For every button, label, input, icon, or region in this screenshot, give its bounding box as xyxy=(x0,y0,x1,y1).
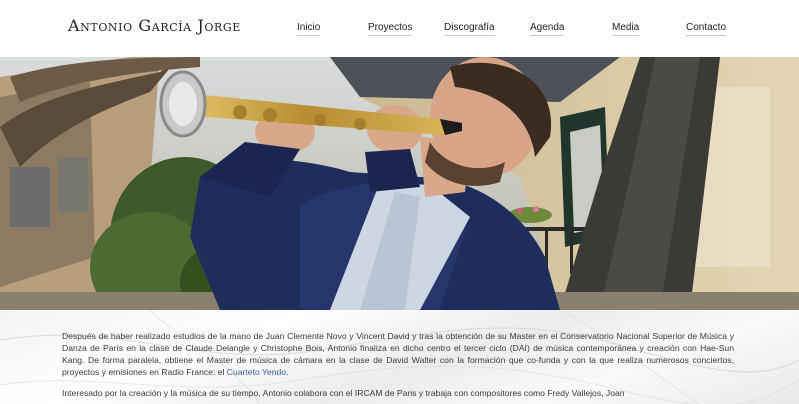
bio-paragraph-2: Interesado por la creación y la música d… xyxy=(62,388,625,398)
site-header: Antonio García Jorge Inicio Proyectos Di… xyxy=(0,0,799,57)
nav-item-discografia[interactable]: Discografía xyxy=(444,22,495,36)
bio-paragraph-1-end: . xyxy=(286,367,289,377)
nav-item-media[interactable]: Media xyxy=(612,22,640,36)
nav-item-inicio[interactable]: Inicio xyxy=(297,22,321,36)
nav-item-proyectos[interactable]: Proyectos xyxy=(368,22,413,36)
hero-photo xyxy=(0,57,799,310)
bio-section: Después de haber realizado estudios de l… xyxy=(0,310,799,404)
hero-illustration xyxy=(0,57,799,310)
bio-paragraph-1-text: Después de haber realizado estudios de l… xyxy=(62,331,734,377)
nav-item-agenda[interactable]: Agenda xyxy=(530,22,565,36)
main-nav: Inicio Proyectos Discografía Agenda Medi… xyxy=(0,22,799,42)
cuarteto-yendo-link[interactable]: Cuarteto Yendo xyxy=(227,367,286,377)
nav-item-contacto[interactable]: Contacto xyxy=(686,22,727,36)
bio-paragraph-1: Después de haber realizado estudios de l… xyxy=(62,330,734,378)
